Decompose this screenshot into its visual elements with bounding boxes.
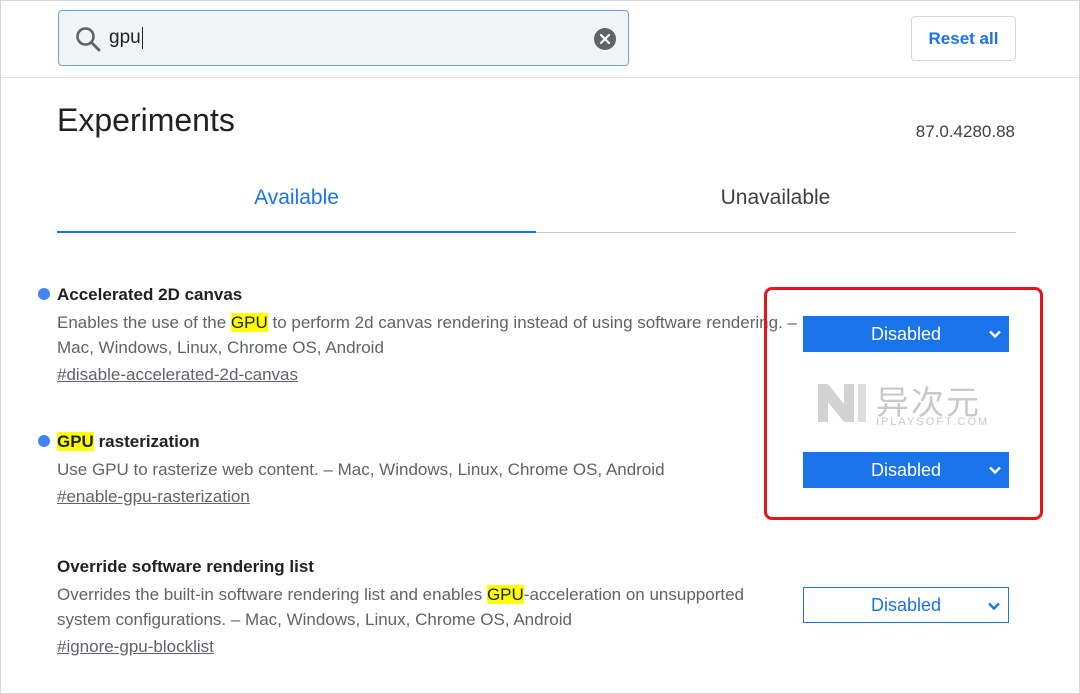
experiment-link[interactable]: #disable-accelerated-2d-canvas (57, 364, 298, 386)
select-value: Disabled (870, 594, 942, 615)
reset-all-button[interactable]: Reset all (911, 16, 1016, 61)
experiment-select-override-software-rendering-list[interactable]: Disabled (803, 587, 1009, 623)
watermark-logo: 异次元 IPLAYSOFT.COM (814, 374, 994, 434)
search-highlight: GPU (230, 313, 268, 332)
search-box[interactable]: gpu (58, 10, 629, 66)
version-label: 87.0.4280.88 (915, 122, 1015, 141)
description-text: Overrides the built-in software renderin… (57, 585, 487, 604)
search-input-text: gpu (109, 27, 141, 48)
experiment-gpu-rasterization: GPU rasterization Use GPU to rasterize w… (38, 431, 797, 508)
text-caret (141, 27, 143, 49)
experiment-name: GPU rasterization (57, 431, 797, 453)
description-text: Enables the use of the (57, 313, 231, 332)
watermark-subtext: IPLAYSOFT.COM (876, 416, 990, 428)
experiment-link[interactable]: #ignore-gpu-blocklist (57, 636, 214, 658)
page-title: Experiments (57, 102, 235, 138)
experiment-name: Accelerated 2D canvas (57, 285, 243, 304)
experiment-name: Override software rendering list (57, 557, 314, 576)
experiment-link[interactable]: #enable-gpu-rasterization (57, 486, 250, 508)
experiment-description: Use GPU to rasterize web content. – Mac,… (57, 460, 665, 479)
header: gpu Reset all (1, 1, 1079, 78)
modified-dot-icon (38, 435, 50, 447)
modified-dot-icon (38, 288, 50, 300)
search-icon (76, 27, 101, 52)
experiment-description: Enables the use of the GPU to perform 2d… (57, 310, 797, 360)
experiment-description: Overrides the built-in software renderin… (57, 582, 787, 632)
chevron-down-icon (988, 602, 1000, 611)
search-highlight: GPU (57, 432, 94, 451)
search-input[interactable]: gpu (109, 27, 143, 49)
experiment-name-text: rasterization (93, 432, 200, 451)
experiment-accelerated-2d-canvas: Accelerated 2D canvas Enables the use of… (38, 284, 797, 386)
search-highlight: GPU (486, 585, 524, 604)
tab-available[interactable]: Available (57, 186, 536, 232)
tab-unavailable[interactable]: Unavailable (536, 186, 1015, 232)
watermark-mark-icon (818, 384, 866, 422)
clear-icon[interactable] (594, 28, 616, 50)
active-tab-indicator (57, 231, 536, 233)
experiment-override-software-rendering-list: Override software rendering list Overrid… (57, 556, 787, 658)
